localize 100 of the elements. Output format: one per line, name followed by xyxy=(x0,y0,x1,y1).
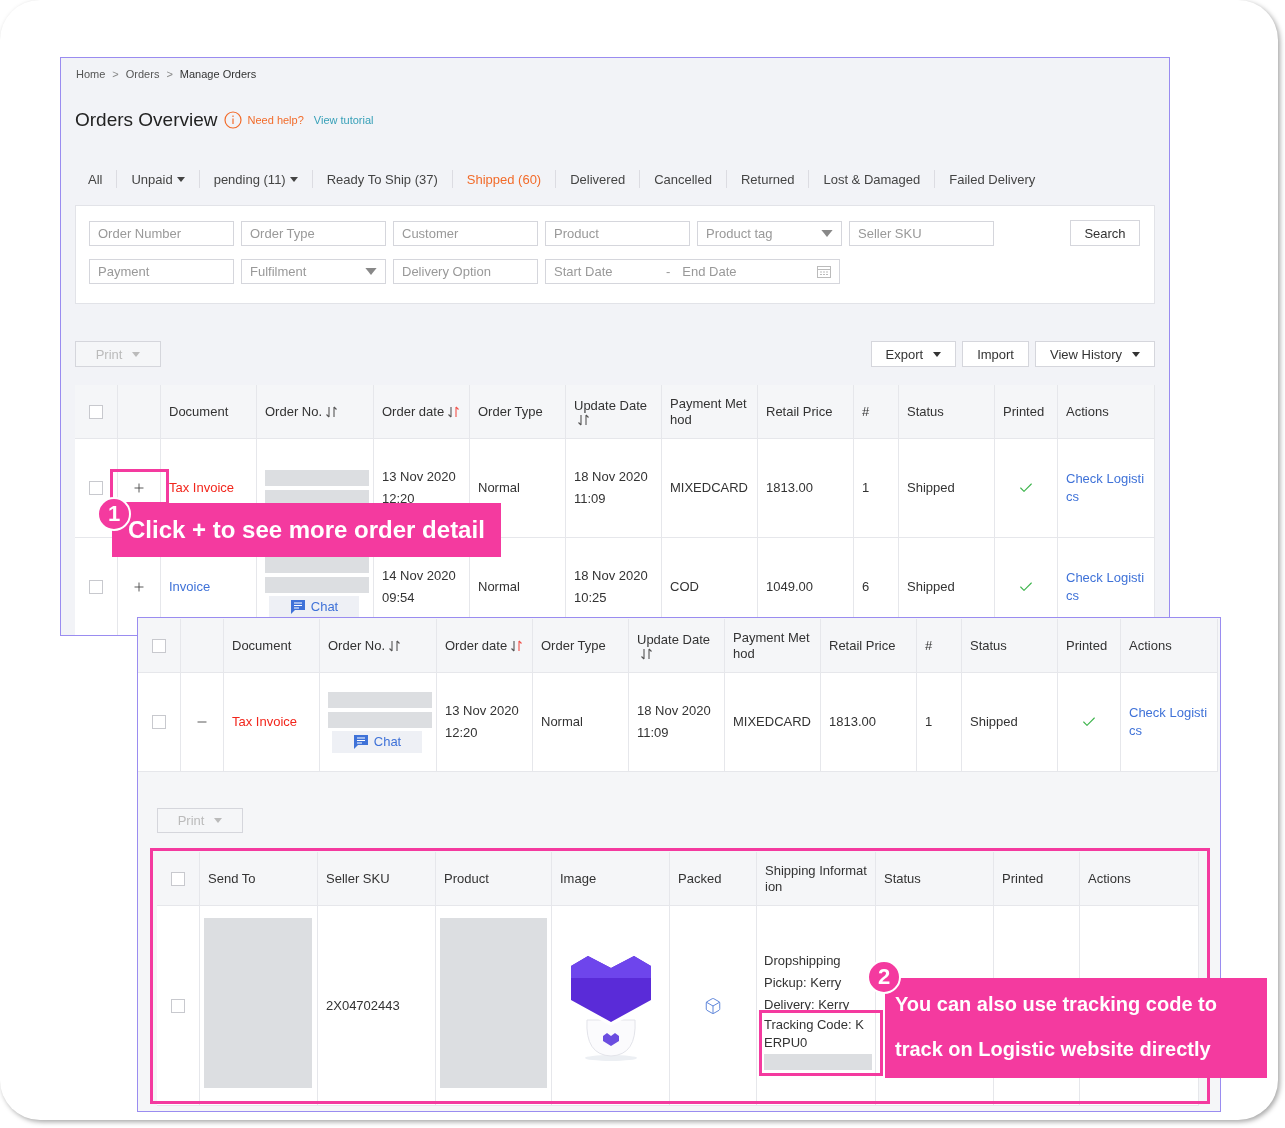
document-link[interactable]: Tax Invoice xyxy=(232,713,311,731)
breadcrumb-item[interactable]: Orders xyxy=(125,66,160,82)
plus-icon xyxy=(132,580,146,594)
info-icon xyxy=(223,111,242,129)
column-header: Product xyxy=(444,870,489,887)
column-header[interactable]: Order date xyxy=(382,403,445,420)
column-header: Status xyxy=(884,870,921,887)
column-header: Status xyxy=(907,403,944,420)
column-header[interactable]: Update Date xyxy=(637,631,710,648)
range-separator: - xyxy=(665,264,672,279)
column-header: Retail Price xyxy=(829,637,896,654)
status-tab[interactable]: Cancelled xyxy=(640,171,726,187)
checkbox[interactable] xyxy=(89,481,103,495)
column-header: Printed xyxy=(1002,870,1044,887)
quantity: 1 xyxy=(925,713,934,731)
sort-icon[interactable] xyxy=(326,405,338,418)
order-type: Normal xyxy=(478,578,521,596)
dropdown-field[interactable]: Fulfilment xyxy=(241,259,386,284)
page-title: Orders Overview xyxy=(75,109,218,131)
order-date: 09:54 xyxy=(382,589,416,607)
column-header[interactable]: Order date xyxy=(445,637,508,654)
column-header[interactable]: Order No. xyxy=(265,403,323,420)
update-date: 11:09 xyxy=(637,724,670,742)
payment-method: COD xyxy=(670,578,700,596)
shipping-info: Dropshipping xyxy=(764,952,842,970)
checkbox[interactable] xyxy=(152,638,166,653)
sort-icon[interactable] xyxy=(578,413,589,426)
update-date: 10:25 xyxy=(574,589,608,607)
breadcrumb-separator: > xyxy=(112,67,119,82)
calendar-icon xyxy=(817,265,831,278)
chat-button[interactable]: Chat xyxy=(269,595,359,618)
text-field[interactable]: Seller SKU xyxy=(849,220,994,246)
order-status: Shipped xyxy=(907,578,956,596)
retail-price: 1049.00 xyxy=(766,578,814,596)
expand-button[interactable] xyxy=(132,481,146,495)
text-field[interactable]: Order Number xyxy=(89,220,234,246)
status-tab[interactable]: Ready To Ship (37) xyxy=(312,171,452,187)
column-header: Status xyxy=(970,637,1007,654)
expand-button[interactable] xyxy=(132,580,146,594)
order-date: 12:20 xyxy=(445,724,479,742)
checkbox[interactable] xyxy=(89,404,103,419)
column-header: Order Type xyxy=(541,637,606,654)
sort-icon[interactable] xyxy=(511,639,523,652)
sort-icon[interactable] xyxy=(389,639,401,652)
column-header: Actions xyxy=(1129,637,1172,654)
status-tab[interactable]: Lost & Damaged xyxy=(809,171,935,187)
tracking-code: Tracking Code: KERPU0 xyxy=(764,1016,864,1052)
order-date: 13 Nov 2020 xyxy=(445,702,520,720)
column-header: Actions xyxy=(1088,870,1131,887)
retail-price: 1813.00 xyxy=(766,479,814,497)
text-field[interactable]: Delivery Option xyxy=(393,259,538,284)
text-field[interactable]: Product xyxy=(545,220,690,246)
search-button[interactable]: Search xyxy=(1070,220,1140,246)
retail-price: 1813.00 xyxy=(829,713,877,731)
column-header: Seller SKU xyxy=(326,870,390,887)
column-header: Shipping Information xyxy=(765,862,867,895)
column-header: Retail Price xyxy=(766,403,833,420)
toolbar-button[interactable]: Export xyxy=(870,341,957,367)
order-status: Shipped xyxy=(970,713,1019,731)
toolbar-button[interactable]: Import xyxy=(962,341,1029,367)
status-tab[interactable]: Delivered xyxy=(556,171,640,187)
text-field[interactable]: Payment xyxy=(89,259,234,284)
payment-method: MIXEDCARD xyxy=(670,479,749,497)
order-date: 12:20 xyxy=(382,490,416,508)
status-tab[interactable]: All xyxy=(88,171,117,187)
text-field[interactable]: Customer xyxy=(393,220,538,246)
document-link[interactable]: Tax Invoice xyxy=(169,479,248,497)
checkbox[interactable] xyxy=(171,871,185,886)
dropdown-field[interactable]: Product tag xyxy=(697,220,842,246)
start-date-field[interactable]: Start Date xyxy=(554,262,654,281)
payment-method: MIXEDCARD xyxy=(733,713,812,731)
column-header[interactable]: Order No. xyxy=(328,637,386,654)
update-date: 18 Nov 2020 xyxy=(574,468,649,486)
document-link[interactable]: Invoice xyxy=(169,578,248,596)
order-type: Normal xyxy=(541,713,584,731)
toolbar-button[interactable]: View History xyxy=(1035,341,1155,367)
column-header: Document xyxy=(169,403,229,420)
breadcrumb-item[interactable]: Home xyxy=(76,66,106,82)
caret-icon xyxy=(821,229,833,237)
column-header: Image xyxy=(560,870,597,887)
sort-icon[interactable] xyxy=(641,647,652,660)
column-header: Payment Method xyxy=(670,395,748,428)
update-date: 11:09 xyxy=(574,490,607,508)
chat-button[interactable]: Chat xyxy=(332,730,422,753)
text-field[interactable]: Order Type xyxy=(241,220,386,246)
column-header[interactable]: Update Date xyxy=(574,397,647,414)
checkbox[interactable] xyxy=(152,715,166,729)
caret-icon xyxy=(365,268,377,275)
checkbox[interactable] xyxy=(171,998,185,1013)
order-type: Normal xyxy=(478,479,521,497)
status-tab[interactable]: pending (11) xyxy=(199,171,312,187)
shipping-info: Delivery: Kerry xyxy=(764,996,851,1014)
status-tab[interactable]: Unpaid xyxy=(117,171,199,187)
column-header: Send To xyxy=(208,870,256,887)
caret-icon xyxy=(214,818,223,823)
status-tab[interactable]: Failed Delivery xyxy=(935,171,1050,187)
checkbox[interactable] xyxy=(89,580,103,594)
status-tab[interactable]: Returned xyxy=(726,171,809,187)
sort-icon[interactable] xyxy=(448,405,460,418)
end-date-field[interactable]: End Date xyxy=(682,262,803,281)
